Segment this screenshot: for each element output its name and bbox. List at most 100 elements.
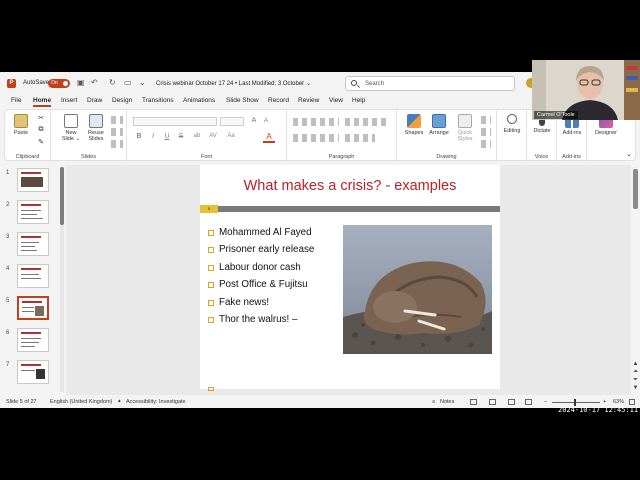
redo-icon[interactable]: ↻ [109,78,116,87]
shapes-button[interactable]: Shapes [402,114,426,136]
bold-button[interactable]: B [135,133,143,140]
language-indicator[interactable]: English (United Kingdom) [50,399,112,405]
italic-button[interactable]: I [149,133,157,140]
normal-view-icon[interactable] [470,399,477,405]
slide-thumbnail-5[interactable] [17,296,49,320]
indent-buttons-icon[interactable] [345,118,389,126]
canvas-scrollbar[interactable]: ▲ ⏶ ⏷ ▼ [631,165,640,395]
shape-fill-icon[interactable] [481,116,491,124]
reuse-slides-button[interactable]: Reuse Slides [84,114,108,142]
paste-button[interactable]: Paste [9,114,33,136]
scroll-up-icon[interactable]: ▲ [632,361,639,367]
reset-icon[interactable] [111,128,123,136]
tab-draw[interactable]: Draw [87,97,102,104]
layout-icon[interactable] [111,116,123,124]
shape-effects-icon[interactable] [481,140,491,148]
accessibility-status[interactable]: Accessibility: Investigate [126,399,186,405]
thumb-image [21,177,43,187]
copy-icon[interactable]: ⧉ [35,126,47,134]
align-buttons-icon[interactable] [293,134,339,142]
bullet-item[interactable]: Prisoner early release [208,244,314,261]
zoom-level[interactable]: 63% [613,399,624,405]
drawing-group-label: Drawing [436,154,457,160]
tab-help[interactable]: Help [352,97,365,104]
slide-thumbnail-2[interactable] [17,200,49,224]
font-color-button[interactable]: A [263,132,275,143]
slide-title[interactable]: What makes a crisis? - examples [200,178,500,194]
direction-buttons-icon[interactable] [345,134,375,142]
notes-button[interactable]: Notes [440,399,454,405]
tab-record[interactable]: Record [268,97,289,104]
bullet-list[interactable]: Mohammed Al Fayed Prisoner early release… [208,227,314,331]
format-painter-icon[interactable]: ✎ [35,138,47,146]
document-title[interactable]: Crisis webinar October 17 24 • Last Modi… [156,80,311,87]
notes-icon[interactable]: ≡ [432,399,435,405]
undo-icon[interactable]: ↶ [91,78,98,87]
walrus-photo[interactable] [343,225,492,354]
section-icon[interactable] [111,140,123,148]
strikethrough-button[interactable]: S [177,133,185,140]
canvas-scroll-thumb[interactable] [633,169,638,209]
new-slide-button[interactable]: New Slide ⌄ [59,114,83,142]
tab-insert[interactable]: Insert [61,97,77,104]
tab-animations[interactable]: Animations [183,97,215,104]
shadow-button[interactable]: ab [191,133,203,139]
slide-thumbnail-6[interactable] [17,328,49,352]
bullet-item[interactable]: Mohammed Al Fayed [208,227,314,244]
zoom-in-icon[interactable]: + [603,399,606,405]
bullet-item[interactable]: Labour donor cash [208,262,314,279]
reading-view-icon[interactable] [508,399,515,405]
shape-outline-icon[interactable] [481,128,491,136]
save-icon[interactable]: ▣ [77,78,85,87]
search-box[interactable]: Search [345,76,515,91]
tab-view[interactable]: View [329,97,343,104]
spacing-button[interactable]: AV [207,133,219,139]
slide-thumbnail-3[interactable] [17,232,49,256]
scroll-down-icon[interactable]: ▼ [632,385,639,391]
change-case-button[interactable]: Aa [225,133,237,139]
accessibility-icon[interactable]: ✦ [117,399,122,405]
present-icon[interactable]: ▭ [124,78,132,87]
bullet-item[interactable]: Post Office & Fujitsu [208,279,314,296]
fit-slide-icon[interactable] [629,399,635,405]
zoom-slider[interactable] [552,399,600,406]
slide-thumbnail-4[interactable] [17,264,49,288]
slide-canvas[interactable]: What makes a crisis? - examples 5 Mohamm… [66,165,632,395]
page-down-icon[interactable]: ⏷ [632,377,639,383]
slide-thumbnail-1[interactable] [17,168,49,192]
thumb-image [36,369,45,379]
autosave-toggle[interactable]: On [48,79,70,88]
tab-review[interactable]: Review [298,97,319,104]
zoom-slider-thumb[interactable] [574,399,576,406]
thumbnails-scrollbar[interactable] [60,167,64,392]
tab-slide-show[interactable]: Slide Show [226,97,259,104]
thumbnails-scroll-thumb[interactable] [60,167,64,225]
list-buttons-icon[interactable] [293,118,339,126]
tab-file[interactable]: File [11,97,21,104]
editing-button[interactable]: Editing [499,114,525,134]
decrease-font-icon[interactable]: A [261,118,271,124]
font-name-select[interactable] [133,117,217,126]
arrange-button[interactable]: Arrange [427,114,451,136]
current-slide[interactable]: What makes a crisis? - examples 5 Mohamm… [200,165,500,391]
cut-icon[interactable]: ✂ [35,114,47,122]
powerpoint-window: P AutoSave On ▣ ↶ ↻ ▭ ⌄ Crisis webinar O… [0,72,640,408]
slide-sorter-icon[interactable] [489,399,496,405]
quick-styles-button[interactable]: Quick Styles [453,114,477,142]
tab-design[interactable]: Design [112,97,132,104]
tab-transitions[interactable]: Transitions [142,97,174,104]
search-placeholder: Search [365,81,385,87]
collapse-ribbon-icon[interactable]: ⌄ [625,150,633,158]
customize-toolbar-icon[interactable]: ⌄ [139,78,146,87]
bullet-item[interactable]: Thor the walrus! – [208,314,314,331]
slide-thumbnail-7[interactable] [17,360,49,384]
zoom-out-icon[interactable]: − [544,399,547,405]
font-size-select[interactable] [220,117,244,126]
slide-show-icon[interactable] [525,399,532,405]
increase-font-icon[interactable]: A [249,117,259,124]
bullet-item[interactable]: Fake news! [208,297,314,314]
page-up-icon[interactable]: ⏶ [632,369,639,375]
tab-home[interactable]: Home [33,97,52,107]
thumb-number: 4 [6,266,10,272]
underline-button[interactable]: U [163,133,171,140]
